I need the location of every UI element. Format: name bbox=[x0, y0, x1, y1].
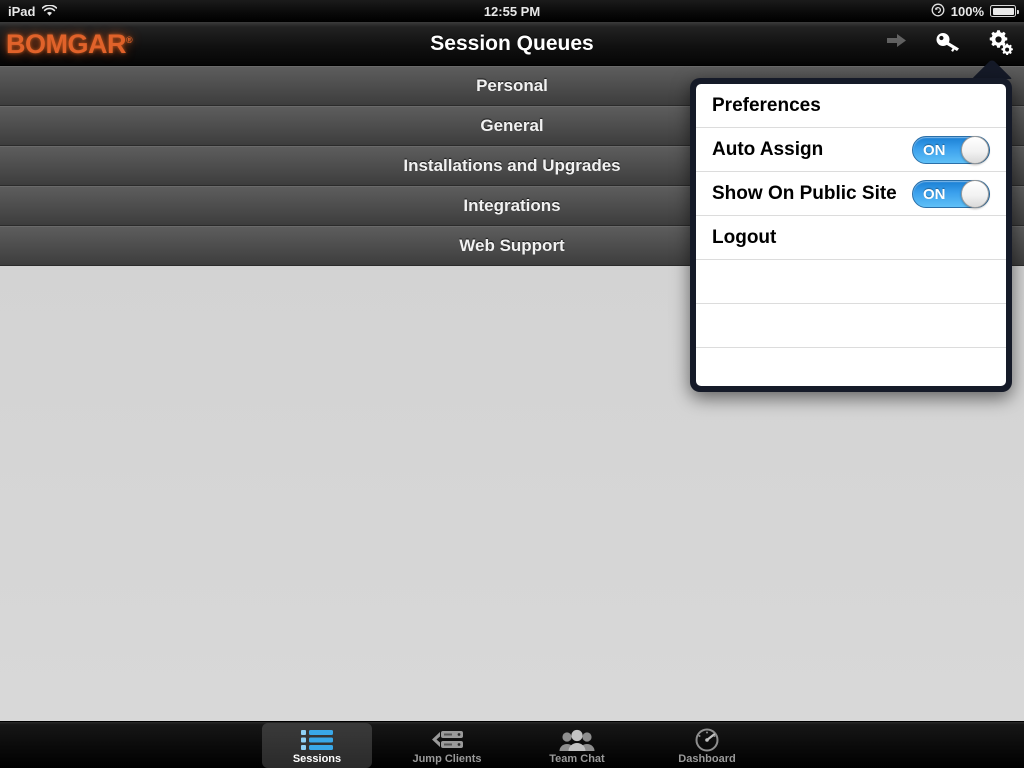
tab-team-chat[interactable]: Team Chat bbox=[522, 723, 632, 768]
popover-empty-row bbox=[696, 348, 1006, 386]
page-title: Session Queues bbox=[430, 32, 594, 55]
queue-label: Installations and Upgrades bbox=[403, 156, 621, 175]
logout-label: Logout bbox=[712, 226, 777, 248]
queue-label: Personal bbox=[476, 76, 548, 95]
tab-jump-clients-label: Jump Clients bbox=[412, 752, 482, 765]
gauge-icon bbox=[692, 726, 722, 752]
tab-sessions[interactable]: Sessions bbox=[262, 722, 372, 768]
popover-arrow bbox=[971, 57, 1013, 79]
status-bar-clock: 12:55 PM bbox=[483, 3, 541, 19]
tab-dashboard-label: Dashboard bbox=[678, 752, 736, 765]
gear-icon bbox=[987, 28, 1015, 61]
popover-empty-row bbox=[696, 304, 1006, 348]
navigation-bar: BOMGAR® Session Queues bbox=[0, 22, 1024, 66]
queue-label: Web Support bbox=[459, 236, 565, 255]
key-button[interactable] bbox=[934, 29, 964, 59]
settings-gear-button[interactable] bbox=[986, 29, 1016, 59]
battery-percent-label: 100% bbox=[950, 3, 984, 19]
rotation-lock-icon bbox=[931, 3, 945, 20]
auto-assign-toggle[interactable]: ON bbox=[912, 135, 990, 164]
show-on-public-site-toggle[interactable]: ON bbox=[912, 179, 990, 208]
auto-assign-toggle-state: ON bbox=[923, 141, 946, 159]
forward-arrow-icon bbox=[885, 32, 909, 57]
popover-title: Preferences bbox=[712, 94, 821, 116]
queue-label: General bbox=[480, 116, 544, 135]
status-bar: iPad 12:55 PM 100% bbox=[0, 0, 1024, 22]
show-on-public-site-label: Show On Public Site bbox=[712, 182, 897, 204]
logout-row[interactable]: Logout bbox=[696, 216, 1006, 260]
toggle-knob bbox=[961, 179, 989, 208]
toggle-knob bbox=[961, 135, 989, 164]
tab-dashboard[interactable]: Dashboard bbox=[652, 723, 762, 768]
show-on-public-site-toggle-state: ON bbox=[923, 185, 946, 203]
queue-label: Integrations bbox=[463, 196, 561, 215]
status-bar-right: 100% bbox=[931, 3, 1019, 20]
show-on-public-site-row[interactable]: Show On Public Site ON bbox=[696, 172, 1006, 216]
key-icon bbox=[935, 31, 963, 58]
battery-icon bbox=[990, 5, 1019, 17]
tab-team-chat-label: Team Chat bbox=[549, 752, 605, 765]
server-icon bbox=[428, 726, 466, 752]
people-icon bbox=[558, 726, 596, 752]
popover-title-row: Preferences bbox=[696, 84, 1006, 128]
preferences-popover: Preferences Auto Assign ON Show On Publi… bbox=[690, 78, 1012, 392]
auto-assign-label: Auto Assign bbox=[712, 138, 824, 160]
list-icon bbox=[300, 726, 334, 752]
tab-jump-clients[interactable]: Jump Clients bbox=[392, 723, 502, 768]
popover-content: Preferences Auto Assign ON Show On Publi… bbox=[696, 84, 1006, 386]
popover-empty-row bbox=[696, 260, 1006, 304]
forward-arrow-button[interactable] bbox=[882, 29, 912, 59]
tab-bar: Sessions Jump Clients Team Chat Dashboar… bbox=[0, 721, 1024, 768]
tab-sessions-label: Sessions bbox=[292, 752, 342, 765]
ipad-app-screen: iPad 12:55 PM 100% BOMGAR® Session Queue… bbox=[0, 0, 1024, 768]
auto-assign-row[interactable]: Auto Assign ON bbox=[696, 128, 1006, 172]
